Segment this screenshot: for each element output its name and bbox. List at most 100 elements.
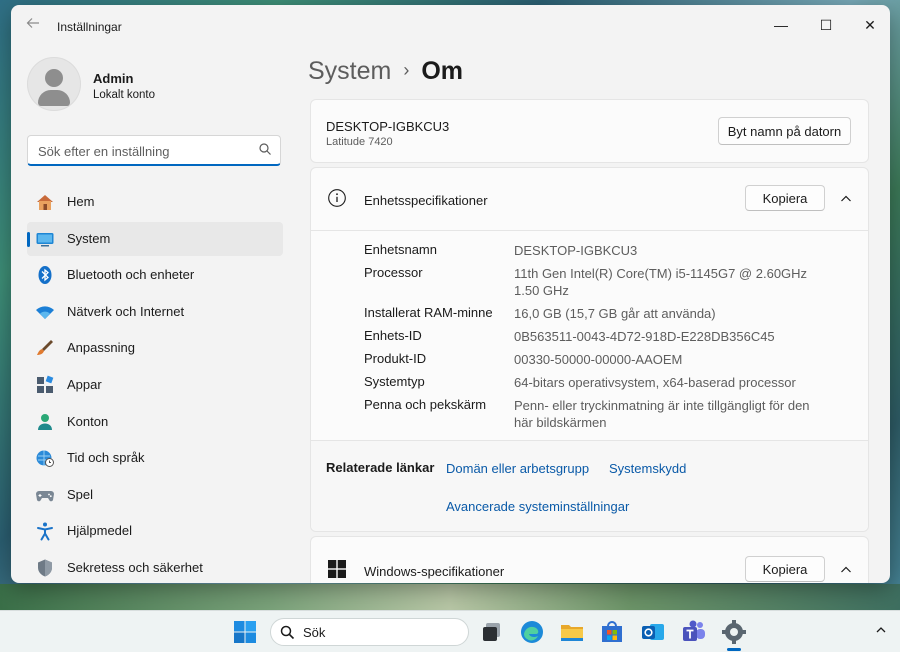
windows-logo-icon bbox=[328, 560, 346, 578]
spec-label: Enhetsnamn bbox=[364, 242, 437, 257]
sidebar-item-label: Anpassning bbox=[67, 340, 135, 356]
sidebar-item-label: Sekretess och säkerhet bbox=[67, 559, 203, 575]
system-protection-link[interactable]: Systemskydd bbox=[609, 461, 686, 476]
spec-label: Systemtyp bbox=[364, 374, 425, 389]
brush-icon bbox=[37, 340, 53, 356]
edge-icon[interactable] bbox=[519, 619, 545, 645]
related-links-title: Relaterade länkar bbox=[326, 460, 435, 475]
sidebar-item-privacy[interactable]: Sekretess och säkerhet bbox=[27, 551, 283, 583]
breadcrumb-separator: › bbox=[403, 60, 410, 80]
avatar[interactable] bbox=[27, 57, 81, 111]
copy-device-specs-button[interactable]: Kopiera bbox=[745, 185, 825, 211]
spec-value: 16,0 GB (15,7 GB går att använda) bbox=[514, 306, 716, 321]
wifi-icon bbox=[36, 306, 54, 319]
tray-chevron-up-icon[interactable] bbox=[874, 623, 888, 637]
outlook-icon[interactable] bbox=[640, 619, 666, 645]
windows-specs-title: Windows-specifikationer bbox=[364, 564, 505, 579]
sidebar-item-label: Konton bbox=[67, 413, 109, 429]
sidebar-item-apps[interactable]: Appar bbox=[27, 368, 283, 402]
search-input[interactable] bbox=[36, 140, 252, 162]
account-icon bbox=[38, 413, 52, 430]
device-specs-card: Enhetsspecifikationer Kopiera Enhetsnamn… bbox=[310, 167, 869, 532]
taskbar: Sök bbox=[0, 610, 900, 652]
spec-label: Enhets-ID bbox=[364, 328, 422, 343]
system-icon bbox=[36, 232, 54, 247]
sidebar-item-bluetooth[interactable]: Bluetooth och enheter bbox=[27, 258, 283, 292]
related-links: Relaterade länkar Domän eller arbetsgrup… bbox=[311, 440, 868, 531]
breadcrumb: System › Om bbox=[308, 57, 463, 93]
spec-value: 64-bitars operativsystem, x64-baserad pr… bbox=[514, 375, 796, 390]
advanced-system-settings-link[interactable]: Avancerade systeminställningar bbox=[446, 499, 629, 514]
sidebar-item-accessibility[interactable]: Hjälpmedel bbox=[27, 514, 283, 548]
file-explorer-icon[interactable] bbox=[559, 619, 585, 645]
profile-name: Admin bbox=[93, 71, 134, 86]
page-title: Om bbox=[421, 57, 464, 85]
settings-icon[interactable] bbox=[721, 619, 747, 645]
sidebar-item-time-language[interactable]: Tid och språk bbox=[27, 441, 283, 475]
spec-label: Penna och pekskärm bbox=[364, 397, 487, 412]
title-bar: Inställningar — ☐ ✕ bbox=[11, 5, 890, 45]
sidebar-item-label: System bbox=[67, 230, 111, 246]
shield-icon bbox=[38, 559, 52, 577]
teams-icon[interactable] bbox=[681, 619, 707, 645]
accessibility-icon bbox=[37, 522, 53, 541]
store-icon[interactable] bbox=[599, 619, 625, 645]
start-icon[interactable] bbox=[232, 619, 258, 645]
sidebar-item-system[interactable]: System bbox=[27, 221, 283, 256]
breadcrumb-parent[interactable]: System bbox=[308, 57, 391, 85]
gamepad-icon bbox=[36, 490, 54, 502]
device-model: Latitude 7420 bbox=[326, 136, 393, 148]
apps-icon bbox=[37, 375, 54, 393]
domain-workgroup-link[interactable]: Domän eller arbetsgrupp bbox=[446, 461, 589, 476]
minimize-button[interactable]: — bbox=[761, 10, 801, 40]
spec-row: Systemtyp 64-bitars operativsystem, x64-b… bbox=[364, 374, 844, 391]
profile-account-type: Lokalt konto bbox=[93, 89, 156, 101]
chevron-up-icon[interactable] bbox=[837, 561, 855, 579]
windows-specs-card: Windows-specifikationer Kopiera bbox=[310, 536, 869, 583]
device-specs-title: Enhetsspecifikationer bbox=[364, 193, 488, 208]
bluetooth-icon bbox=[38, 266, 52, 285]
sidebar-item-label: Nätverk och Internet bbox=[67, 303, 185, 319]
task-view-icon[interactable] bbox=[479, 619, 505, 645]
sidebar-item-label: Hjälpmedel bbox=[67, 523, 133, 539]
spec-value: DESKTOP-IGBKCU3 bbox=[514, 243, 638, 258]
avatar-body bbox=[38, 90, 70, 106]
taskbar-search[interactable]: Sök bbox=[270, 618, 469, 646]
maximize-button[interactable]: ☐ bbox=[806, 10, 846, 40]
globe-clock-icon bbox=[36, 450, 54, 468]
sidebar-item-label: Hem bbox=[67, 194, 95, 209]
spec-label: Produkt-ID bbox=[364, 351, 427, 366]
info-icon bbox=[328, 189, 346, 207]
sidebar-item-home[interactable]: Hem bbox=[27, 185, 283, 219]
spec-row: Processor 11th Gen Intel(R) Core(TM) i5-1… bbox=[364, 265, 844, 299]
spec-row: Penna och pekskärm Penn- eller tryckinmat… bbox=[364, 397, 844, 431]
spec-label: Processor bbox=[364, 265, 423, 280]
copy-windows-specs-button[interactable]: Kopiera bbox=[745, 556, 825, 582]
settings-search[interactable] bbox=[27, 135, 281, 166]
app-title: Inställningar bbox=[57, 20, 122, 34]
close-button[interactable]: ✕ bbox=[850, 10, 890, 40]
device-specs-header[interactable]: Enhetsspecifikationer Kopiera bbox=[311, 168, 868, 231]
spec-value: 11th Gen Intel(R) Core(TM) i5-1145G7 @ 2… bbox=[514, 266, 808, 298]
spec-value: Penn- eller tryckinmatning är inte tillg… bbox=[514, 398, 810, 430]
device-specs-list: Enhetsnamn DESKTOP-IGBKCU3 Processor 11th … bbox=[364, 242, 844, 437]
search-icon bbox=[259, 143, 271, 155]
search-icon bbox=[280, 625, 295, 640]
sidebar-item-accounts[interactable]: Konton bbox=[27, 405, 283, 439]
spec-value: 0B563511-0043-4D72-918D-E228DB356C45 bbox=[514, 329, 775, 344]
sidebar-item-personalization[interactable]: Anpassning bbox=[27, 331, 283, 365]
spec-row: Produkt-ID 00330-50000-00000-AAOEM bbox=[364, 351, 844, 368]
sidebar-item-label: Bluetooth och enheter bbox=[67, 267, 195, 283]
sidebar-item-network[interactable]: Nätverk och Internet bbox=[27, 295, 283, 329]
sidebar-item-gaming[interactable]: Spel bbox=[27, 478, 283, 512]
rename-pc-button[interactable]: Byt namn på datorn bbox=[718, 117, 851, 145]
sidebar-item-label: Spel bbox=[67, 486, 94, 502]
back-button[interactable] bbox=[23, 16, 43, 36]
device-name: DESKTOP-IGBKCU3 bbox=[326, 119, 450, 134]
spec-label: Installerat RAM-minne bbox=[364, 305, 493, 320]
settings-window: Inställningar — ☐ ✕ Admin Lokalt konto H… bbox=[11, 5, 890, 583]
spec-row: Enhetsnamn DESKTOP-IGBKCU3 bbox=[364, 242, 844, 259]
chevron-up-icon[interactable] bbox=[837, 190, 855, 208]
sidebar-item-label: Appar bbox=[67, 376, 102, 392]
desktop-wallpaper bbox=[0, 584, 900, 610]
